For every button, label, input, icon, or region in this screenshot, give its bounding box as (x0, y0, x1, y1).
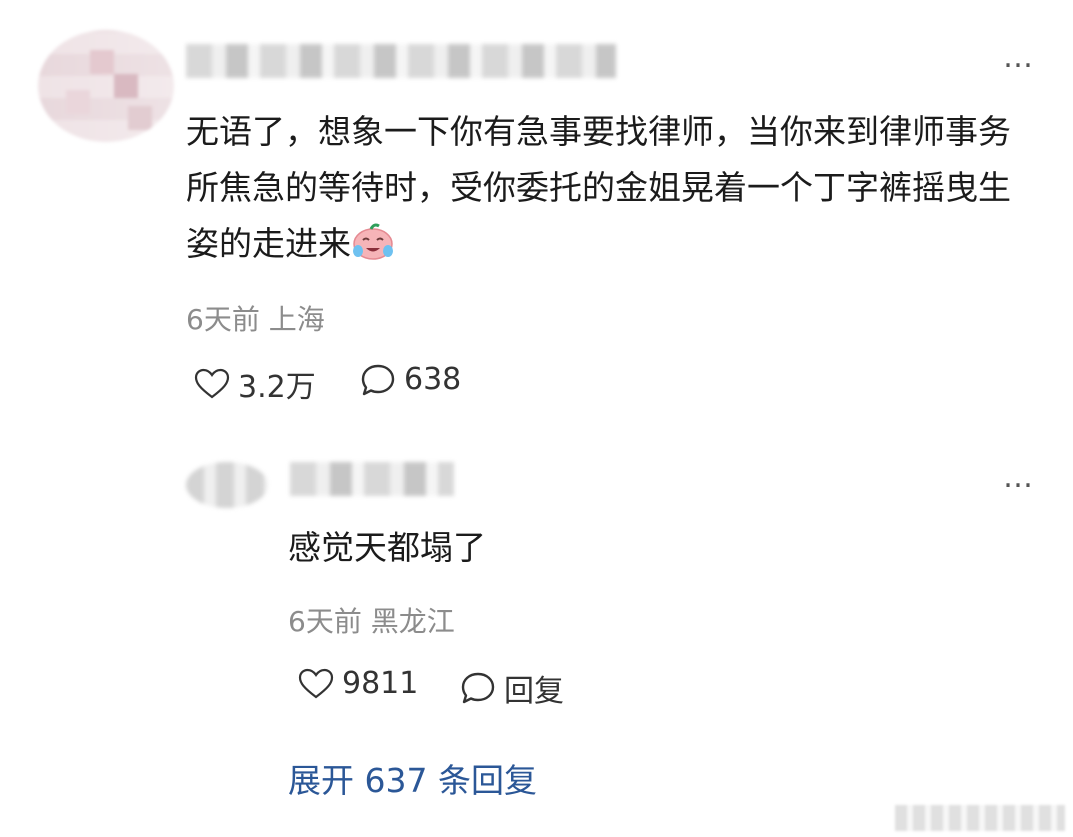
reply-like-count: 9811 (342, 666, 419, 701)
username-blurred[interactable] (186, 44, 616, 78)
comment-text: 无语了，想象一下你有急事要找律师，当你来到律师事务所焦急的等待时，受你委托的金姐… (186, 104, 1026, 272)
more-options-button[interactable]: … (1003, 40, 1034, 75)
reply-time: 6天前 (288, 605, 362, 638)
reply-username-blurred[interactable] (290, 462, 454, 496)
laughing-crying-face-icon (351, 221, 395, 261)
comment-location: 上海 (268, 303, 325, 336)
reply-label: 回复 (504, 674, 564, 709)
reply-location: 黑龙江 (370, 605, 455, 638)
like-count: 3.2万 (238, 370, 316, 405)
comment-meta: 6天前 上海 (186, 298, 325, 338)
expand-replies-link[interactable]: 展开 637 条回复 (288, 754, 537, 802)
heart-icon (194, 368, 230, 400)
like-button[interactable]: 3.2万 (194, 362, 316, 406)
comment-bubble-icon (360, 363, 396, 397)
reply-count-button[interactable]: 638 (360, 362, 461, 397)
reply-avatar-blurred[interactable] (186, 462, 268, 508)
reply-count: 638 (404, 362, 462, 397)
reply-meta: 6天前 黑龙江 (288, 600, 455, 640)
comment-bubble-icon (460, 671, 496, 705)
avatar-blurred[interactable] (38, 30, 174, 142)
reply-text: 感觉天都塌了 (288, 528, 486, 567)
comment-time: 6天前 (186, 303, 260, 336)
reply-button[interactable]: 回复 (460, 666, 564, 710)
reply-like-button[interactable]: 9811 (298, 666, 418, 701)
comment-body: 无语了，想象一下你有急事要找律师，当你来到律师事务所焦急的等待时，受你委托的金姐… (186, 112, 1011, 263)
heart-icon (298, 668, 334, 700)
reply-more-options-button[interactable]: … (1003, 460, 1034, 495)
watermark-blurred (895, 805, 1065, 831)
